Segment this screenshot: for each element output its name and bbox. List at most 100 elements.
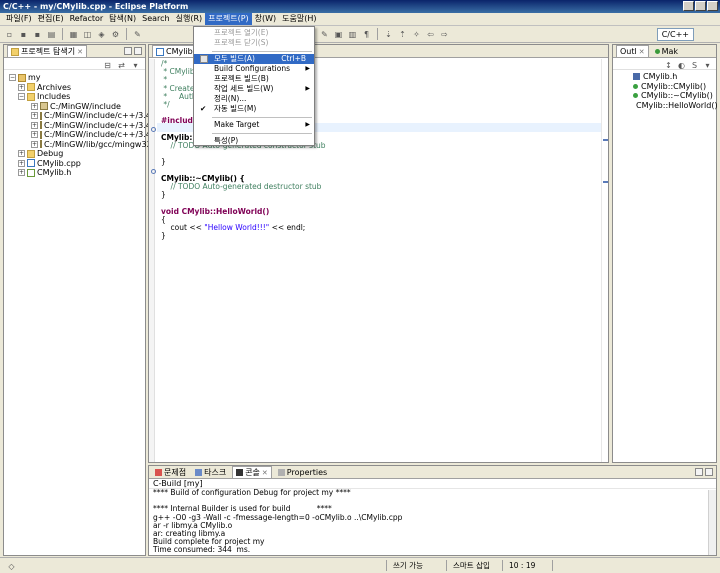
- tree-item-include-path[interactable]: + C:/MinGW/include/c++/3.4.5: [4, 130, 159, 140]
- menu-search[interactable]: Search: [139, 13, 172, 25]
- menu-item[interactable]: 작업 세트 빌드(W) ▶: [194, 84, 314, 94]
- outline-item[interactable]: CMylib::~CMylib(): [613, 91, 716, 101]
- tree-toggle-icon[interactable]: +: [31, 131, 38, 139]
- overview-marker[interactable]: [603, 139, 608, 141]
- code-line[interactable]: }: [161, 158, 608, 166]
- outline-item[interactable]: CMylib::HelloWorld() : v: [613, 101, 720, 111]
- menu-item[interactable]: 특성(P): [194, 136, 314, 146]
- menu-file[interactable]: 파일(F): [3, 13, 35, 25]
- maximize-view-icon[interactable]: [134, 47, 142, 55]
- menu-item[interactable]: Build Configurations ▶: [194, 64, 314, 74]
- close-button[interactable]: [707, 1, 718, 11]
- tab-console[interactable]: 콘솔 ✕: [232, 466, 272, 478]
- tree-toggle-icon[interactable]: +: [18, 169, 25, 177]
- code-line[interactable]: void CMylib::HelloWorld(): [161, 207, 608, 216]
- close-icon[interactable]: ✕: [262, 469, 268, 477]
- menu-item[interactable]: 모두 빌드(A) Ctrl+B: [194, 54, 314, 64]
- tree-item-includes[interactable]: − Includes: [4, 92, 145, 102]
- maximize-view-icon[interactable]: [705, 468, 713, 476]
- menu-item[interactable]: 자동 빌드(M) ✔: [194, 104, 314, 114]
- prev-annotation-icon[interactable]: ⇡: [397, 29, 408, 40]
- perspective-switcher[interactable]: C/C++: [656, 28, 694, 41]
- menu-refactor[interactable]: Refactor: [67, 13, 107, 25]
- view-menu-icon[interactable]: ▾: [702, 60, 713, 71]
- tree-item-debug[interactable]: + Debug: [4, 149, 145, 159]
- print-icon[interactable]: ▤: [46, 29, 57, 40]
- tree-item-header-file[interactable]: + CMylib.h: [4, 168, 145, 178]
- hide-static-icon[interactable]: S: [689, 60, 700, 71]
- console-scrollbar[interactable]: [708, 490, 716, 555]
- tab-outline[interactable]: Outl ✕: [616, 45, 649, 57]
- code-line[interactable]: }: [161, 191, 608, 199]
- next-annotation-icon[interactable]: ⇣: [383, 29, 394, 40]
- back-icon[interactable]: ⇦: [425, 29, 436, 40]
- tree-item-cpp-file[interactable]: + CMylib.cpp: [4, 159, 145, 169]
- toggle-block-icon[interactable]: ▥: [347, 29, 358, 40]
- tree-toggle-icon[interactable]: −: [18, 93, 25, 101]
- close-icon[interactable]: ✕: [77, 48, 83, 56]
- tree-toggle-icon[interactable]: +: [31, 140, 38, 148]
- minimize-view-icon[interactable]: [695, 468, 703, 476]
- menu-help[interactable]: 도움말(H): [279, 13, 319, 25]
- new-project-icon[interactable]: ◫: [82, 29, 93, 40]
- tree-toggle-icon[interactable]: +: [31, 112, 38, 120]
- tab-project-explorer[interactable]: 프로젝트 탐색기 ✕: [7, 45, 87, 57]
- new-icon[interactable]: ▫: [4, 29, 15, 40]
- tab-make-targets[interactable]: Mak: [652, 45, 681, 57]
- hide-fields-icon[interactable]: ◐: [676, 60, 687, 71]
- tree-toggle-icon[interactable]: −: [9, 74, 16, 82]
- tree-item-include-path[interactable]: + C:/MinGW/include: [4, 102, 145, 112]
- tree-item-include-path[interactable]: + C:/MinGW/include/c++/3.4.5: [4, 121, 159, 131]
- menu-project[interactable]: 프로젝트(P): [205, 13, 252, 25]
- tree-item-include-path[interactable]: + C:/MinGW/lib/gcc/mingw32/: [4, 140, 154, 150]
- project-icon: [18, 73, 26, 82]
- view-menu-icon[interactable]: ▾: [130, 60, 141, 71]
- outline-item[interactable]: CMylib.h: [613, 72, 716, 82]
- tree-toggle-icon[interactable]: +: [31, 102, 38, 110]
- forward-icon[interactable]: ⇨: [439, 29, 450, 40]
- sort-icon[interactable]: ↕: [663, 60, 674, 71]
- fast-view-icon[interactable]: ◇: [6, 561, 17, 572]
- last-edit-icon[interactable]: ✧: [411, 29, 422, 40]
- tree-item-archives[interactable]: + Archives: [4, 83, 145, 93]
- tree-toggle-icon[interactable]: +: [18, 150, 25, 158]
- menu-item-label: 프로젝트 열기(E): [214, 28, 269, 37]
- save-icon[interactable]: ▪: [18, 29, 29, 40]
- build-icon[interactable]: ▦: [68, 29, 79, 40]
- menu-edit[interactable]: 편집(E): [35, 13, 67, 25]
- whitespace-icon[interactable]: ¶: [361, 29, 372, 40]
- menu-navigate[interactable]: 탐색(N): [106, 13, 139, 25]
- menu-item[interactable]: 정리(N)...: [194, 94, 314, 104]
- minimize-view-icon[interactable]: [124, 47, 132, 55]
- menu-window[interactable]: 창(W): [252, 13, 280, 25]
- outline-item[interactable]: CMylib::CMylib(): [613, 82, 716, 92]
- new-class-icon[interactable]: ◈: [96, 29, 107, 40]
- code-line[interactable]: cout << "Hellow World!!!" << endl;: [161, 223, 608, 232]
- tab-problems[interactable]: 문제점: [152, 466, 189, 478]
- tree-toggle-icon[interactable]: +: [18, 83, 25, 91]
- code-line[interactable]: }: [161, 232, 608, 240]
- minimize-button[interactable]: [683, 1, 694, 11]
- tree-toggle-icon[interactable]: +: [31, 121, 38, 129]
- tree-item-project[interactable]: − my: [4, 73, 145, 83]
- tools-icon[interactable]: ✎: [132, 29, 143, 40]
- collapse-all-icon[interactable]: ⊟: [102, 60, 113, 71]
- tab-tasks[interactable]: 타스크: [192, 466, 229, 478]
- code-line[interactable]: // TODO Auto-generated destructor stub: [161, 182, 608, 191]
- close-icon[interactable]: ✕: [639, 48, 645, 56]
- menu-item[interactable]: Make Target ▶: [194, 120, 314, 130]
- save-all-icon[interactable]: ▪: [32, 29, 43, 40]
- pencil-icon[interactable]: ✎: [319, 29, 330, 40]
- toggle-mark-icon[interactable]: ▣: [333, 29, 344, 40]
- tree-toggle-icon[interactable]: +: [18, 159, 25, 167]
- link-editor-icon[interactable]: ⇄: [116, 60, 127, 71]
- menu-run[interactable]: 실행(R): [173, 13, 206, 25]
- tab-properties[interactable]: Properties: [275, 466, 330, 478]
- code-line[interactable]: [161, 150, 608, 158]
- debug-icon[interactable]: ⚙: [110, 29, 121, 40]
- menu-item[interactable]: 프로젝트 빌드(B): [194, 74, 314, 84]
- console-output[interactable]: **** Build of configuration Debug for pr…: [149, 488, 716, 555]
- maximize-button[interactable]: [695, 1, 706, 11]
- overview-marker[interactable]: [603, 181, 608, 183]
- tree-item-include-path[interactable]: + C:/MinGW/include/c++/3.4.5: [4, 111, 159, 121]
